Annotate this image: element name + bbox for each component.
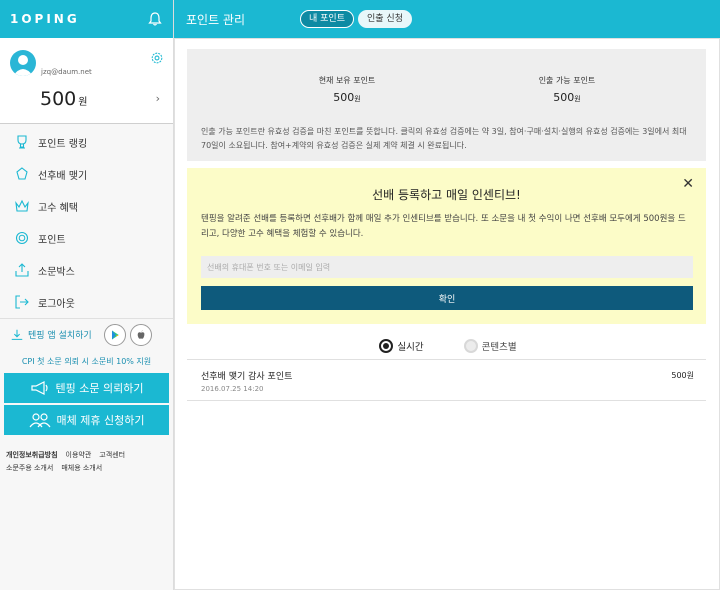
banner-title: 선배 등록하고 매일 인센티브! [372, 188, 521, 202]
google-play-icon [111, 330, 119, 339]
withdrawable-points: 인출 가능 포인트 500원 [487, 75, 647, 104]
sidebar-item-benefits[interactable]: 고수 혜택 [0, 190, 173, 222]
media-intro-link[interactable]: 매체용 소개서 [61, 464, 102, 472]
media-partnership-label: 매체 제휴 신청하기 [56, 414, 145, 427]
sidebar-item-label: 포인트 [38, 234, 66, 246]
sidebar-footer: 개인정보취급방침 이용약관 고객센터 소문주용 소개서 매체용 소개서 [0, 449, 173, 475]
spreader-intro-link[interactable]: 소문주용 소개서 [6, 464, 53, 472]
install-app-link[interactable]: 텐핑 앱 설치하기 [28, 328, 92, 341]
mentor-contact-input[interactable] [201, 256, 693, 278]
support-link[interactable]: 고객센터 [99, 451, 125, 459]
request-rumor-label: 텐핑 소문 의뢰하기 [55, 382, 144, 395]
withdrawable-points-unit: 원 [574, 95, 581, 103]
user-email: jzq@daum.net [41, 68, 92, 76]
sidebar-item-logout[interactable]: 로그아웃 [0, 286, 173, 318]
partners-icon [29, 413, 50, 428]
main-panel: 현재 보유 포인트 500원 인출 가능 포인트 500원 인출 가능 포인트란… [174, 38, 720, 590]
history-date: 2016.07.25 14:20 [201, 385, 264, 393]
withdrawable-points-amount: 500원 [487, 91, 647, 104]
cpi-support-note: CPI 첫 소문 의뢰 시 소문비 10% 지원 [21, 357, 152, 366]
logo[interactable]: 1OPING [10, 12, 80, 26]
history-title: 선후배 맺기 감사 포인트 [201, 372, 293, 382]
profile-card: jzq@daum.net 500 원 › [0, 38, 173, 124]
current-points-value: 500 [333, 91, 355, 104]
radio-selected-icon [379, 339, 394, 353]
radio-realtime[interactable]: 실시간 [379, 339, 424, 353]
sidebar-item-points[interactable]: 포인트 [0, 222, 173, 254]
trophy-icon [17, 135, 27, 149]
upload-box-icon [15, 263, 29, 277]
coin-icon [15, 231, 29, 245]
sidebar-item-mentor[interactable]: 선후배 맺기 [0, 158, 173, 190]
logout-icon [15, 295, 29, 309]
history-amount: 500원 [671, 371, 694, 380]
current-points: 현재 보유 포인트 500원 [267, 75, 427, 104]
sidebar-item-label: 포인트 랭킹 [38, 138, 88, 150]
chevron-right-icon[interactable]: › [156, 92, 160, 105]
points-summary: 현재 보유 포인트 500원 인출 가능 포인트 500원 인출 가능 포인트란… [187, 49, 706, 161]
app-store-button[interactable] [129, 323, 152, 346]
logo-bar: 1OPING [0, 0, 173, 38]
confirm-button[interactable]: 확인 [201, 286, 693, 310]
sidebar-item-rumorbox[interactable]: 소문박스 [0, 254, 173, 286]
privacy-link[interactable]: 개인정보취급방침 [6, 451, 58, 459]
tab-withdraw[interactable]: 인출 신청 [358, 10, 412, 28]
megaphone-icon [30, 381, 48, 395]
terms-link[interactable]: 이용약관 [66, 451, 92, 459]
points-description: 인출 가능 포인트란 유효성 검증을 마친 포인트를 뜻합니다. 클릭의 유효성… [201, 127, 687, 150]
sidebar-item-label: 선후배 맺기 [38, 170, 88, 182]
radio-unselected-icon [463, 339, 478, 353]
close-icon[interactable]: ✕ [682, 176, 694, 192]
bell-icon[interactable] [147, 11, 163, 27]
apple-icon [137, 329, 145, 339]
list-item: 선후배 맺기 감사 포인트 2016.07.25 14:20 500원 [187, 361, 706, 401]
avatar[interactable] [10, 50, 36, 76]
points-unit: 원 [78, 97, 88, 108]
sidebar: 1OPING jzq@daum.net 500 원 › 포인트 랭킹 선후배 맺… [0, 0, 174, 590]
mentor-banner: 선배 등록하고 매일 인센티브! ✕ 텐핑을 알려준 선배를 등록하면 선후배가… [187, 168, 706, 324]
gear-icon[interactable] [150, 51, 164, 65]
app: 1OPING jzq@daum.net 500 원 › 포인트 랭킹 선후배 맺… [0, 0, 720, 590]
app-install-row: 텐핑 앱 설치하기 [0, 318, 173, 350]
withdrawable-points-value: 500 [553, 91, 575, 104]
radio-realtime-label: 실시간 [397, 342, 424, 353]
request-rumor-button[interactable]: 텐핑 소문 의뢰하기 [4, 373, 169, 403]
tab-my-points[interactable]: 내 포인트 [300, 10, 354, 28]
media-partnership-button[interactable]: 매체 제휴 신청하기 [4, 405, 169, 435]
points-value: 500 [40, 88, 77, 110]
sidebar-item-label: 소문박스 [38, 266, 75, 278]
points-balance[interactable]: 500 원 [40, 88, 87, 110]
page-title: 포인트 관리 [186, 12, 246, 27]
current-points-unit: 원 [354, 95, 361, 103]
top-bar: 포인트 관리 내 포인트 인출 신청 [174, 0, 720, 38]
sidebar-item-label: 고수 혜택 [38, 202, 78, 214]
crown-icon [15, 199, 29, 212]
sidebar-menu: 포인트 랭킹 선후배 맺기 고수 혜택 포인트 소문박스 로그아웃 [0, 126, 173, 318]
download-icon [11, 329, 23, 340]
current-points-label: 현재 보유 포인트 [318, 76, 376, 85]
radio-by-content[interactable]: 콘텐츠별 [463, 339, 517, 353]
sidebar-item-ranking[interactable]: 포인트 랭킹 [0, 126, 173, 158]
current-points-amount: 500원 [267, 91, 427, 104]
view-filter: 실시간 콘텐츠별 [175, 335, 720, 357]
withdrawable-points-label: 인출 가능 포인트 [538, 76, 596, 85]
sidebar-item-label: 로그아웃 [38, 298, 75, 310]
google-play-button[interactable] [103, 323, 126, 346]
people-icon [16, 167, 28, 180]
redacted-name [41, 52, 113, 61]
radio-by-content-label: 콘텐츠별 [481, 342, 517, 353]
banner-description: 텐핑을 알려준 선배를 등록하면 선후배가 함께 매일 추가 인센티브를 받습니… [201, 214, 686, 239]
divider [187, 359, 706, 360]
